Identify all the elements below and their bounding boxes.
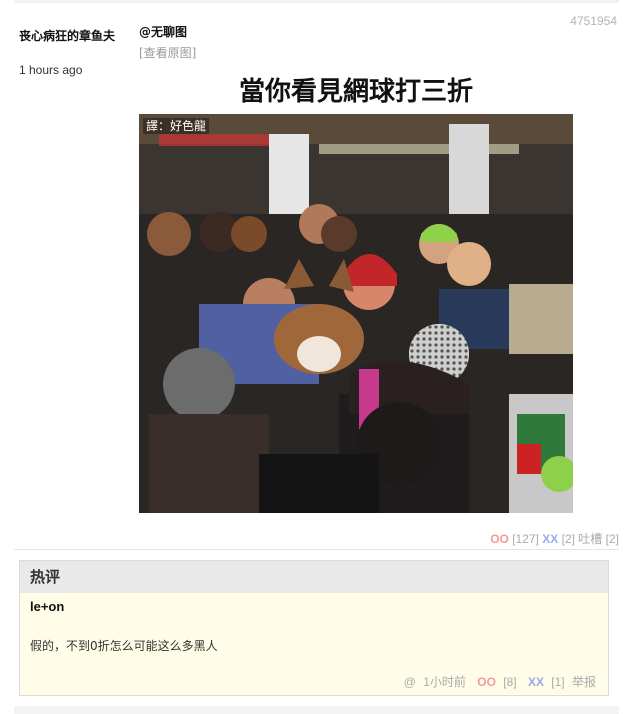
xx-label: XX [542,532,559,546]
oo-button[interactable]: OO [127] [490,532,539,546]
report-link[interactable]: 举报 [572,675,596,689]
meme-caption: 當你看見網球打三折 [139,74,573,114]
meme-image[interactable]: 當你看見網球打三折 譯：好色龍 [139,74,573,513]
post-author: 丧心病狂的章鱼夫 [19,29,116,43]
reply-at-link[interactable]: @ [404,675,416,689]
comment-xx-count: [1] [551,675,565,689]
tucao-count: [2] [605,532,619,546]
xx-button[interactable]: XX [2] [542,532,575,546]
bottom-rule [14,706,619,714]
board-mention: @无聊图 [139,25,188,39]
tucao-label: 吐槽 [578,532,603,546]
tucao-button[interactable]: 吐槽 [2] [578,532,619,546]
post-time: 1 hours ago [19,63,83,77]
translator-tag: 譯：好色龍 [143,118,210,134]
top-rule [14,0,619,3]
comment-meta: @ 1小时前 OO [8] XX [1] 举报 [400,673,596,690]
crowd-illustration [139,114,573,513]
view-original-link[interactable]: [查看原图] [139,44,196,61]
comment-oo-count: [8] [503,675,517,689]
comment-time: 1小时前 [423,675,466,689]
post-id[interactable]: 4751954 [570,14,617,28]
oo-label: OO [490,532,509,546]
comment-text: 假的，不到0折怎么可能这么多黑人 [30,639,218,653]
hot-comment-box: 热评 le+on 假的，不到0折怎么可能这么多黑人 @ 1小时前 OO [8] … [19,560,609,696]
vote-row: OO [127] XX [2] 吐槽 [2] [490,530,619,547]
hot-comment-title: 热评 [20,561,608,593]
xx-count: [2] [561,532,575,546]
comment-oo-button[interactable]: OO [8] [473,675,516,689]
comment-author: le+on [30,599,65,614]
oo-count: [127] [512,532,539,546]
crowd-photo: 譯：好色龍 [139,114,573,513]
comment-xx-button[interactable]: XX [1] [524,675,565,689]
comment-oo-label: OO [477,675,496,689]
post-page: 4751954 丧心病狂的章鱼夫 1 hours ago @无聊图 [查看原图]… [0,0,633,714]
post-divider [14,549,619,550]
comment-xx-label: XX [527,675,544,689]
